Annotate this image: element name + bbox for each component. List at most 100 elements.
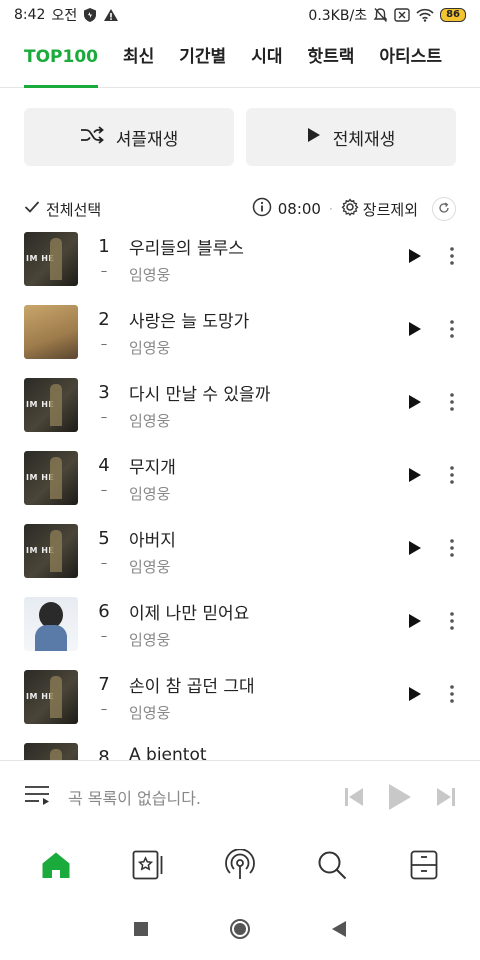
sim-disabled-icon <box>394 8 410 22</box>
album-cover <box>24 305 78 359</box>
album-cover <box>24 232 78 286</box>
shuffle-play-button[interactable]: 셔플재생 <box>24 108 234 166</box>
tab-top100[interactable]: TOP100 <box>24 36 98 88</box>
nav-home[interactable] <box>26 842 86 892</box>
back-button[interactable] <box>331 920 347 942</box>
play-icon <box>408 613 422 633</box>
chart-tabs: TOP100 최신 기간별 시대 핫트랙 아티스트 <box>0 36 480 88</box>
play-icon <box>408 686 422 706</box>
broadcast-icon <box>224 848 256 885</box>
more-vertical-icon <box>450 538 454 562</box>
more-vertical-icon <box>450 684 454 708</box>
square-icon <box>133 922 149 941</box>
play-icon <box>307 127 321 148</box>
play-icon <box>408 394 422 414</box>
shuffle-icon <box>80 125 104 149</box>
play-song-button[interactable] <box>406 394 424 414</box>
album-cover <box>24 670 78 724</box>
more-options-button[interactable] <box>444 392 460 416</box>
song-row[interactable]: 8 A bientot <box>0 733 480 760</box>
refresh-icon <box>438 200 450 218</box>
refresh-button[interactable] <box>432 197 456 221</box>
song-title: 무지개 <box>129 458 176 478</box>
wifi-icon <box>416 8 434 22</box>
rank-change: – <box>100 410 108 425</box>
previous-button[interactable] <box>344 786 364 812</box>
song-rank: 3 <box>98 382 110 403</box>
select-all-button[interactable]: 전체선택 <box>24 199 101 220</box>
play-song-button[interactable] <box>406 467 424 487</box>
more-vertical-icon <box>450 465 454 489</box>
album-cover <box>24 743 78 760</box>
gear-icon <box>341 198 359 220</box>
info-icon[interactable] <box>252 197 272 221</box>
tab-era[interactable]: 시대 <box>251 36 282 88</box>
playlist-icon <box>24 785 50 810</box>
play-song-button[interactable] <box>406 321 424 341</box>
play-all-button[interactable]: 전체재생 <box>246 108 456 166</box>
song-artist: 임영웅 <box>129 412 171 430</box>
update-time: 08:00 <box>277 200 321 218</box>
tab-artist[interactable]: 아티스트 <box>379 36 442 88</box>
song-row[interactable]: 3 – 다시 만날 수 있을까 임영웅 <box>0 368 480 441</box>
battery-indicator: 86 <box>440 8 466 22</box>
play-song-button[interactable] <box>406 686 424 706</box>
more-options-button[interactable] <box>444 538 460 562</box>
album-cover <box>24 451 78 505</box>
song-title: 다시 만날 수 있을까 <box>129 385 271 405</box>
play-song-button[interactable] <box>406 540 424 560</box>
more-options-button[interactable] <box>444 684 460 708</box>
play-icon <box>408 540 422 560</box>
playlist-button[interactable] <box>24 784 50 810</box>
nav-storage[interactable] <box>394 842 454 892</box>
skip-next-icon <box>436 788 456 812</box>
play-actions: 셔플재생 전체재생 <box>24 108 456 166</box>
next-button[interactable] <box>436 786 456 812</box>
song-row[interactable]: 5 – 아버지 임영웅 <box>0 514 480 587</box>
system-navigation <box>0 902 480 960</box>
shield-icon <box>83 7 97 23</box>
more-vertical-icon <box>450 246 454 270</box>
nav-my-music[interactable] <box>118 842 178 892</box>
genre-settings-button[interactable]: 장르제외 <box>341 198 418 220</box>
list-toolbar: 전체선택 08:00 · 장르제외 <box>24 194 456 224</box>
more-vertical-icon <box>450 319 454 343</box>
play-song-button[interactable] <box>406 248 424 268</box>
skip-previous-icon <box>344 788 364 812</box>
tab-period[interactable]: 기간별 <box>179 36 226 88</box>
rank-change: – <box>100 702 108 717</box>
home-icon <box>41 851 71 883</box>
song-title: A bientot <box>129 745 207 760</box>
song-artist: 임영웅 <box>129 558 171 576</box>
more-options-button[interactable] <box>444 319 460 343</box>
recent-apps-button[interactable] <box>133 921 149 941</box>
more-options-button[interactable] <box>444 246 460 270</box>
tab-hot-track[interactable]: 핫트랙 <box>307 36 354 88</box>
drawer-icon <box>410 850 438 884</box>
song-rank: 7 <box>98 674 110 695</box>
song-row[interactable]: 2 – 사랑은 늘 도망가 임영웅 <box>0 295 480 368</box>
nav-search[interactable] <box>302 842 362 892</box>
play-song-button[interactable] <box>406 613 424 633</box>
nav-radio[interactable] <box>210 842 270 892</box>
song-artist: 임영웅 <box>129 266 171 284</box>
play-pause-button[interactable] <box>388 783 412 815</box>
song-row[interactable]: 4 – 무지개 임영웅 <box>0 441 480 514</box>
rank-change: – <box>100 337 108 352</box>
song-rank: 5 <box>98 528 110 549</box>
status-ampm: 오전 <box>51 8 78 24</box>
more-options-button[interactable] <box>444 465 460 489</box>
checkmark-icon <box>24 200 40 218</box>
play-all-label: 전체재생 <box>332 129 396 150</box>
status-bar: 8:42 오전 0.3KB/초 86 <box>0 0 480 30</box>
network-speed: 0.3KB/초 <box>308 8 368 24</box>
circle-icon <box>229 919 251 944</box>
music-library-icon <box>132 850 164 884</box>
home-system-button[interactable] <box>229 918 251 944</box>
tab-latest[interactable]: 최신 <box>123 36 154 88</box>
song-row[interactable]: 7 – 손이 참 곱던 그대 임영웅 <box>0 660 480 733</box>
warning-icon <box>103 8 119 22</box>
song-row[interactable]: 6 – 이제 나만 믿어요 임영웅 <box>0 587 480 660</box>
more-options-button[interactable] <box>444 611 460 635</box>
song-row[interactable]: 1 – 우리들의 블루스 임영웅 <box>0 222 480 295</box>
